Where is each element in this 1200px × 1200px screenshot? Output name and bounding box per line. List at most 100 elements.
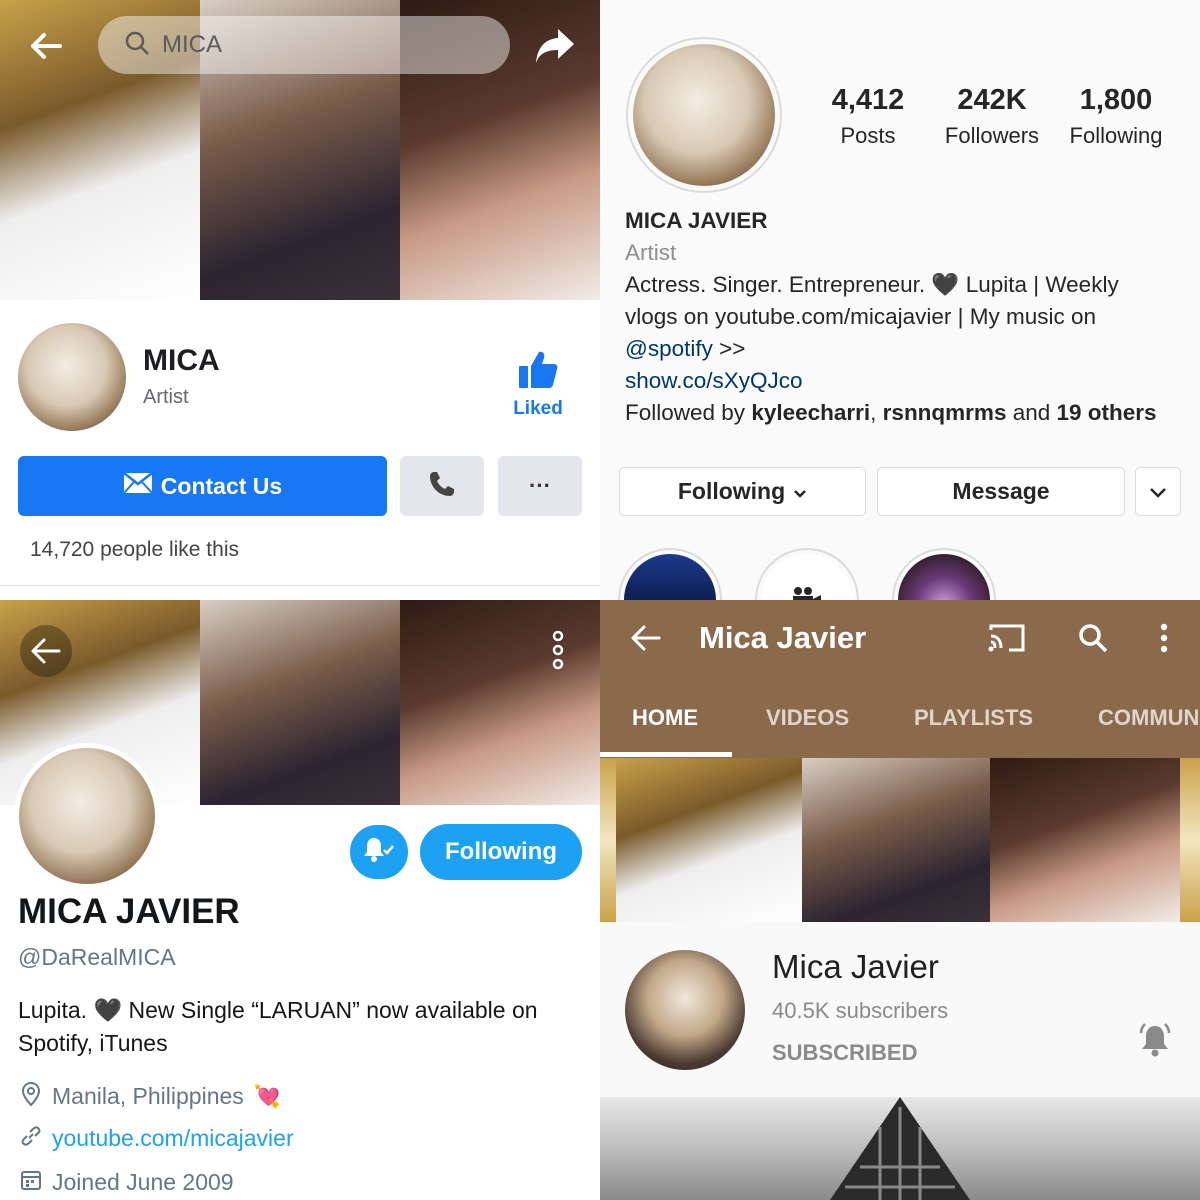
followers-count: 242K [957,84,1027,116]
bio-mention-suffix: >> [712,336,746,361]
notifications-bell-button[interactable] [350,825,408,879]
page-name: MICA [143,344,220,377]
bio-website-link[interactable]: show.co/sXyQJco [625,368,803,394]
back-arrow-icon[interactable] [26,28,66,64]
posts-label: Posts [840,123,896,148]
profile-avatar [19,748,155,884]
video-thumbnail[interactable] [600,1097,1200,1200]
bio-line-1: Actress. Singer. Entrepreneur. 🖤 Lupita … [625,272,1119,298]
liked-label[interactable]: Liked [505,398,571,420]
search-icon [124,30,150,61]
tab-community[interactable]: COMMUN [1098,705,1199,731]
chevron-down-icon [1149,478,1167,505]
share-icon[interactable] [532,24,578,68]
bio-line-2: Spotify, iTunes [18,1030,168,1056]
divider [0,585,600,586]
following-label: Following [1069,123,1163,148]
profile-avatar [633,44,775,186]
website-link[interactable]: youtube.com/micajavier [52,1125,294,1152]
posts-count: 4,412 [831,84,905,116]
page-category: Artist [143,386,189,408]
location-text: Manila, Philippines [52,1083,244,1109]
back-arrow-icon[interactable] [20,625,72,677]
heart-arrow-icon: 💘 [253,1083,282,1109]
chevron-down-icon [793,478,807,505]
profile-handle: @DaRealMICA [18,944,176,970]
posts-stat[interactable]: 4,412 Posts [818,84,918,149]
more-vertical-icon[interactable] [540,628,576,672]
followers-label: Followers [944,123,1040,148]
channel-title: Mica Javier [699,620,867,655]
notification-bell-icon[interactable] [1135,1020,1175,1060]
followed-others: 19 others [1056,400,1157,425]
joined-date: Joined June 2009 [52,1169,234,1195]
followed-user-2: rsnnqmrms [882,400,1007,425]
link-icon [20,1125,42,1152]
contact-us-label: Contact Us [160,472,283,499]
bio-line-2: vlogs on youtube.com/micajavier | My mus… [625,304,1097,329]
location-pin-icon [20,1081,42,1112]
banner-photo-1 [616,758,802,922]
video-camera-icon [761,554,853,600]
channel-name: Mica Javier [772,948,939,985]
message-button-label: Message [952,478,1050,504]
thumbs-up-icon[interactable] [516,347,560,391]
following-count: 1,800 [1079,84,1153,116]
contact-us-button[interactable]: Contact Us [18,456,387,516]
spotify-mention-link[interactable]: @spotify [625,336,713,361]
profile-bio: Lupita. 🖤 New Single “LARUAN” now availa… [18,994,538,1060]
followed-by-text[interactable]: Followed by kyleecharri, rsnnqmrms and 1… [625,400,1157,426]
following-stat[interactable]: 1,800 Following [1060,84,1172,149]
story-highlight-3[interactable] [892,548,996,600]
page-avatar[interactable] [18,323,126,431]
facebook-page-panel: MICA MICA Artist Liked Contact Us ··· 14… [0,0,600,600]
following-button[interactable]: Following [420,824,582,880]
more-options-button[interactable]: ··· [498,456,582,516]
tab-playlists[interactable]: PLAYLISTS [914,705,1033,731]
story-highlight-2[interactable] [755,548,859,600]
suggested-accounts-button[interactable] [1135,467,1181,516]
story-highlight-1[interactable] [618,548,722,600]
profile-avatar-frame[interactable] [14,743,160,889]
search-text: MICA [162,31,222,58]
subscriber-count: 40.5K subscribers [772,998,949,1023]
twitter-profile-panel: Following MICA JAVIER @DaRealMICA Lupita… [0,600,600,1200]
phone-icon [428,470,456,503]
profile-name: MICA JAVIER [18,892,240,931]
channel-avatar[interactable] [625,950,745,1070]
followed-separator: , [870,400,883,425]
joined-row: Joined June 2009 [20,1169,234,1196]
calendar-icon [20,1169,42,1196]
subscribed-button[interactable]: SUBSCRIBED [772,1040,917,1066]
message-button[interactable]: Message [877,467,1125,516]
back-arrow-icon[interactable] [628,620,664,656]
profile-avatar-ring[interactable] [626,37,782,193]
bio-line-3: @spotify >> [625,336,745,362]
call-button[interactable] [400,456,484,516]
black-heart-icon: 🖤 [931,272,960,297]
active-tab-indicator [600,752,732,757]
banner-edge-right [1180,758,1200,922]
more-icon: ··· [529,473,551,498]
bio-text-b: Lupita | Weekly [959,272,1119,297]
youtube-channel-panel: Mica Javier HOME VIDEOS PLAYLISTS COMMUN… [600,600,1200,1200]
search-icon[interactable] [1074,620,1112,656]
banner-edge-left [600,758,616,922]
search-bar[interactable]: MICA [98,16,510,74]
following-button-label: Following [677,478,786,504]
tab-videos[interactable]: VIDEOS [766,705,849,731]
website-row: youtube.com/micajavier [20,1125,294,1152]
bio-text-a: Actress. Singer. Entrepreneur. [625,272,932,297]
followed-user-1: kyleecharri [751,400,871,425]
followers-stat[interactable]: 242K Followers [936,84,1048,149]
tab-home[interactable]: HOME [632,705,698,731]
followed-by-prefix: Followed by [625,400,752,425]
thumbnail-artwork [830,1097,970,1200]
profile-category: Artist [625,240,677,265]
location-row: Manila, Philippines 💘 [20,1081,281,1112]
cast-icon[interactable] [985,620,1029,656]
profile-name: MICA JAVIER [625,208,768,233]
followed-and: and [1006,400,1057,425]
following-button[interactable]: Following [619,467,866,516]
more-vertical-icon[interactable] [1152,620,1176,656]
